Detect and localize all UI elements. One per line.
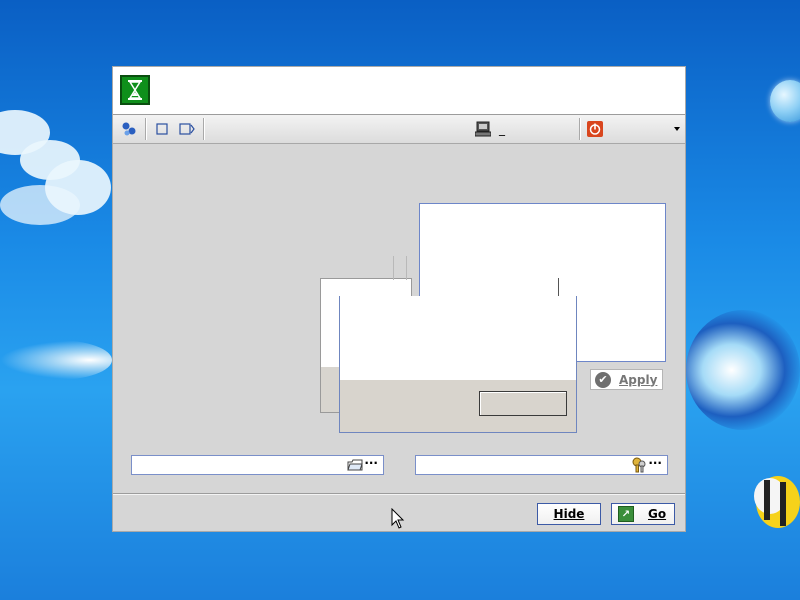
window-header: [113, 67, 685, 115]
browse-button[interactable]: ···: [364, 456, 378, 470]
power-icon[interactable]: [587, 121, 603, 137]
path-field-left[interactable]: ···: [131, 455, 384, 475]
dropdown-arrow-icon[interactable]: [671, 121, 683, 137]
divider: [406, 256, 407, 280]
browse-button[interactable]: ···: [648, 456, 662, 470]
toolbar-separator: [145, 118, 147, 140]
network-icon[interactable]: [121, 121, 137, 137]
apply-label: Apply: [619, 372, 658, 387]
go-label: Go: [648, 507, 667, 521]
fish-icon: [754, 476, 800, 528]
footer-separator: [113, 493, 685, 495]
check-circle-icon: ✔: [595, 371, 611, 388]
water-splash: [0, 340, 112, 380]
path-field-right[interactable]: ···: [415, 455, 668, 475]
hourglass-icon: [120, 75, 150, 105]
go-button[interactable]: ↗ Go: [611, 503, 675, 525]
computer-icon[interactable]: [475, 121, 491, 137]
computer-label[interactable]: _: [499, 122, 505, 136]
divider: [393, 256, 394, 280]
divider: [558, 278, 559, 298]
water-wave: [686, 310, 800, 430]
view-forward-icon[interactable]: [179, 121, 195, 137]
hide-button[interactable]: Hide: [537, 503, 601, 525]
apply-button[interactable]: ✔ Apply: [590, 369, 663, 390]
cloud: [0, 185, 80, 225]
dialog-box: [339, 296, 577, 433]
dialog-button[interactable]: [479, 391, 567, 416]
folder-icon[interactable]: [347, 458, 363, 472]
main-window: _ ✔ Apply ··· ··· Hide ↗ Go: [112, 66, 686, 532]
keys-icon[interactable]: [631, 457, 647, 473]
toolbar-separator: [203, 118, 205, 140]
toolbar-separator: [579, 118, 581, 140]
globe-icon: [770, 80, 800, 122]
hide-label: Hide: [553, 507, 585, 521]
square-icon[interactable]: [154, 121, 170, 137]
mouse-cursor-icon: [391, 508, 405, 529]
go-icon: ↗: [618, 506, 634, 522]
toolbar: _: [113, 115, 685, 144]
